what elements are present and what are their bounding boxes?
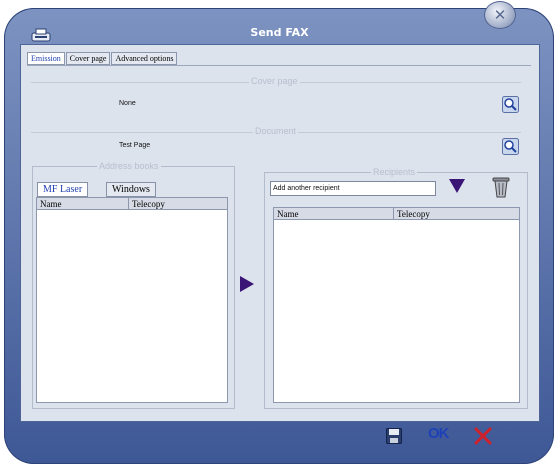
column-telecopy[interactable]: Telecopy [129,198,227,210]
ok-button[interactable]: OK [428,425,449,442]
trash-icon[interactable] [492,176,510,198]
close-window-button[interactable]: ✕ [484,1,516,29]
recipients-legend: Recipients [371,167,418,177]
save-icon[interactable] [386,428,402,444]
browse-document-button[interactable] [502,138,519,155]
tab-bar: Emission Cover page Advanced options [27,52,178,65]
tab-mf-laser[interactable]: MF Laser [37,182,89,197]
recipients-list[interactable]: Name Telecopy [273,207,520,403]
tab-windows[interactable]: Windows [106,182,156,197]
cover-page-value: None [119,100,136,107]
cancel-button[interactable] [474,427,492,445]
window-title: Send FAX [250,26,309,39]
column-telecopy[interactable]: Telecopy [394,208,519,220]
document-value: Test Page [119,142,151,149]
arrow-right-icon[interactable] [239,275,255,293]
document-legend: Document [253,126,299,136]
column-name[interactable]: Name [274,208,394,220]
arrow-down-icon[interactable] [448,178,466,194]
column-name[interactable]: Name [37,198,129,210]
recipient-input[interactable]: Add another recipient [270,181,436,196]
cover-page-legend: Cover page [249,76,300,86]
dialog-body: Emission Cover page Advanced options Cov… [20,44,540,422]
tab-panel: Cover page None Document Test Page Addre… [27,65,531,415]
browse-cover-page-button[interactable] [502,96,519,113]
address-book-list[interactable]: Name Telecopy [36,197,228,403]
tab-cover-page[interactable]: Cover page [65,52,111,65]
close-icon: ✕ [493,6,507,24]
address-books-legend: Address books [97,161,161,171]
tab-emission[interactable]: Emission [27,52,65,65]
tab-advanced-options[interactable]: Advanced options [111,52,178,65]
